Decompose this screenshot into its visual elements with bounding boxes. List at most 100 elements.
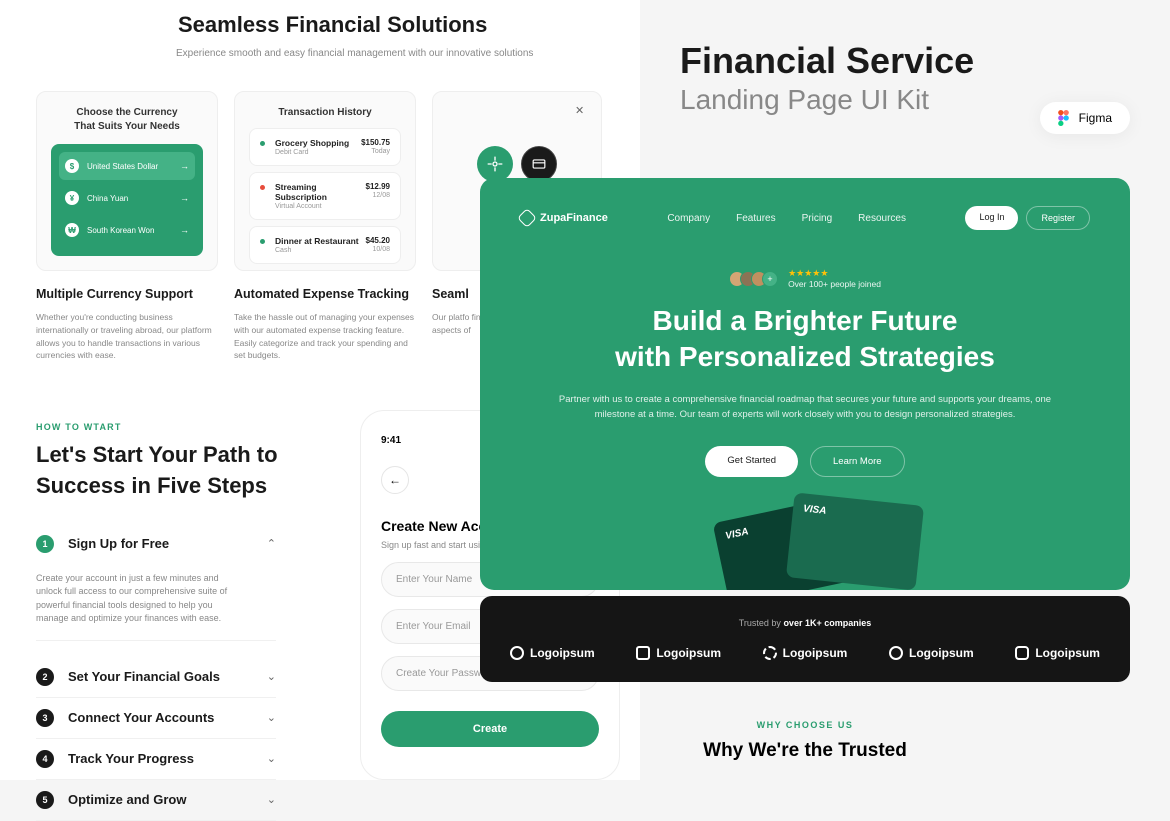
chevron-up-icon: ⌃ — [267, 537, 276, 550]
status-dot — [260, 185, 265, 190]
main-title: Financial Service — [680, 40, 1130, 82]
card-title: Choose the CurrencyThat Suits Your Needs — [51, 106, 203, 134]
currency-item[interactable]: ¥ China Yuan → — [59, 184, 195, 212]
get-started-button[interactable]: Get Started — [705, 446, 798, 477]
nav-features[interactable]: Features — [736, 213, 775, 224]
avatar-group: + — [729, 271, 778, 287]
star-rating: ★★★★★ — [788, 268, 881, 279]
currency-card: Choose the CurrencyThat Suits Your Needs… — [36, 91, 218, 271]
transaction-sub: Virtual Account — [275, 203, 366, 210]
step-label: Optimize and Grow — [68, 792, 267, 807]
step-label: Set Your Financial Goals — [68, 669, 267, 684]
feature-desc: Take the hassle out of managing your exp… — [234, 311, 416, 362]
transaction-card: Transaction History Grocery ShoppingDebi… — [234, 91, 416, 271]
currency-list: $ United States Dollar → ¥ China Yuan → … — [51, 144, 203, 256]
step-item[interactable]: 3Connect Your Accounts⌄ — [36, 698, 276, 739]
register-button[interactable]: Register — [1026, 206, 1090, 230]
partner-logo: Logoipsum — [889, 646, 974, 660]
step-number: 1 — [36, 535, 54, 553]
transaction-name: Dinner at Restaurant — [275, 236, 366, 246]
logo-icon — [889, 646, 903, 660]
step-label: Connect Your Accounts — [68, 710, 267, 725]
arrow-icon: → — [180, 161, 189, 171]
logo-icon — [636, 646, 650, 660]
figma-badge: Figma — [1040, 102, 1130, 134]
step-label: Track Your Progress — [68, 751, 267, 766]
transaction-row[interactable]: Grocery ShoppingDebit Card $150.75Today — [249, 128, 401, 166]
currency-item[interactable]: $ United States Dollar → — [59, 152, 195, 180]
feature-title: Automated Expense Tracking — [234, 287, 416, 301]
dollar-icon: $ — [65, 159, 79, 173]
status-dot — [260, 239, 265, 244]
feature-title: Multiple Currency Support — [36, 287, 218, 301]
card-title: Transaction History — [249, 106, 401, 120]
settings-icon — [477, 146, 513, 182]
partner-logo: Logoipsum — [1015, 646, 1100, 660]
partner-logo: Logoipsum — [636, 646, 721, 660]
step-item[interactable]: 5 Optimize and Grow⌄ — [36, 780, 276, 821]
trusted-text: Trusted by over 1K+ companies — [510, 618, 1100, 628]
logo-icon — [763, 646, 777, 660]
step-number: 5 — [36, 791, 54, 809]
nav-pricing[interactable]: Pricing — [802, 213, 833, 224]
card-icon — [521, 146, 557, 182]
hero-description: Partner with us to create a comprehensiv… — [520, 392, 1090, 422]
transaction-sub: Cash — [275, 247, 366, 254]
transaction-date: 10/08 — [366, 246, 390, 253]
hero-title: Build a Brighter Futurewith Personalized… — [520, 303, 1090, 376]
login-button[interactable]: Log In — [965, 206, 1018, 230]
step-description: Create your account in just a few minute… — [36, 572, 276, 641]
step-item[interactable]: 4 Track Your Progress⌄ — [36, 739, 276, 780]
won-icon: ₩ — [65, 223, 79, 237]
currency-name: China Yuan — [87, 194, 180, 203]
step-item[interactable]: 1 Sign Up for Free ⌃ — [36, 524, 276, 564]
nav-company[interactable]: Company — [667, 213, 710, 224]
section-subtitle: Experience smooth and easy financial man… — [176, 48, 604, 59]
logo-icon — [517, 208, 537, 228]
partner-logo: Logoipsum — [510, 646, 595, 660]
partner-logo: Logoipsum — [763, 646, 848, 660]
proof-text: Over 100+ people joined — [788, 279, 881, 289]
nav-resources[interactable]: Resources — [858, 213, 906, 224]
transaction-sub: Debit Card — [275, 149, 361, 156]
step-number: 4 — [36, 750, 54, 768]
chevron-down-icon: ⌄ — [267, 793, 276, 806]
status-dot — [260, 141, 265, 146]
steps-title: Let's Start Your Path to Success in Five… — [36, 440, 316, 502]
chevron-down-icon: ⌄ — [267, 711, 276, 724]
feature-desc: Whether you're conducting business inter… — [36, 311, 218, 362]
transaction-date: 12/08 — [366, 192, 390, 199]
trusted-section: Trusted by over 1K+ companies Logoipsum … — [480, 596, 1130, 682]
figma-label: Figma — [1079, 111, 1112, 125]
brand-logo[interactable]: ZupaFinance — [520, 211, 608, 225]
section-title: Seamless Financial Solutions — [178, 12, 604, 38]
step-item[interactable]: 2 Set Your Financial Goals⌄ — [36, 657, 276, 698]
why-title: Why We're the Trusted — [480, 740, 1130, 762]
card-brand: VISA — [803, 504, 914, 526]
back-button[interactable]: ← — [381, 466, 409, 494]
transaction-row[interactable]: Streaming SubscriptionVirtual Account $1… — [249, 172, 401, 220]
hero-section: ZupaFinance Company Features Pricing Res… — [480, 178, 1130, 590]
transaction-amount: $12.99 — [366, 182, 390, 191]
step-label: Sign Up for Free — [68, 536, 267, 551]
currency-item[interactable]: ₩ South Korean Won → — [59, 216, 195, 244]
step-number: 2 — [36, 668, 54, 686]
close-icon[interactable]: ✕ — [575, 104, 589, 118]
why-eyebrow: WHY CHOOSE US — [480, 720, 1130, 730]
transaction-name: Grocery Shopping — [275, 138, 361, 148]
transaction-row[interactable]: Dinner at RestaurantCash $45.2010/08 — [249, 226, 401, 264]
currency-name: South Korean Won — [87, 226, 180, 235]
chevron-down-icon: ⌄ — [267, 752, 276, 765]
avatar-more: + — [762, 271, 778, 287]
transaction-amount: $45.20 — [366, 236, 390, 245]
arrow-icon: → — [180, 193, 189, 203]
currency-name: United States Dollar — [87, 162, 180, 171]
why-section: WHY CHOOSE US Why We're the Trusted — [480, 720, 1130, 762]
transaction-date: Today — [361, 148, 390, 155]
chevron-down-icon: ⌄ — [267, 670, 276, 683]
yuan-icon: ¥ — [65, 191, 79, 205]
learn-more-button[interactable]: Learn More — [810, 446, 905, 477]
figma-icon — [1058, 110, 1069, 126]
brand-name: ZupaFinance — [540, 212, 608, 224]
logo-icon — [1015, 646, 1029, 660]
